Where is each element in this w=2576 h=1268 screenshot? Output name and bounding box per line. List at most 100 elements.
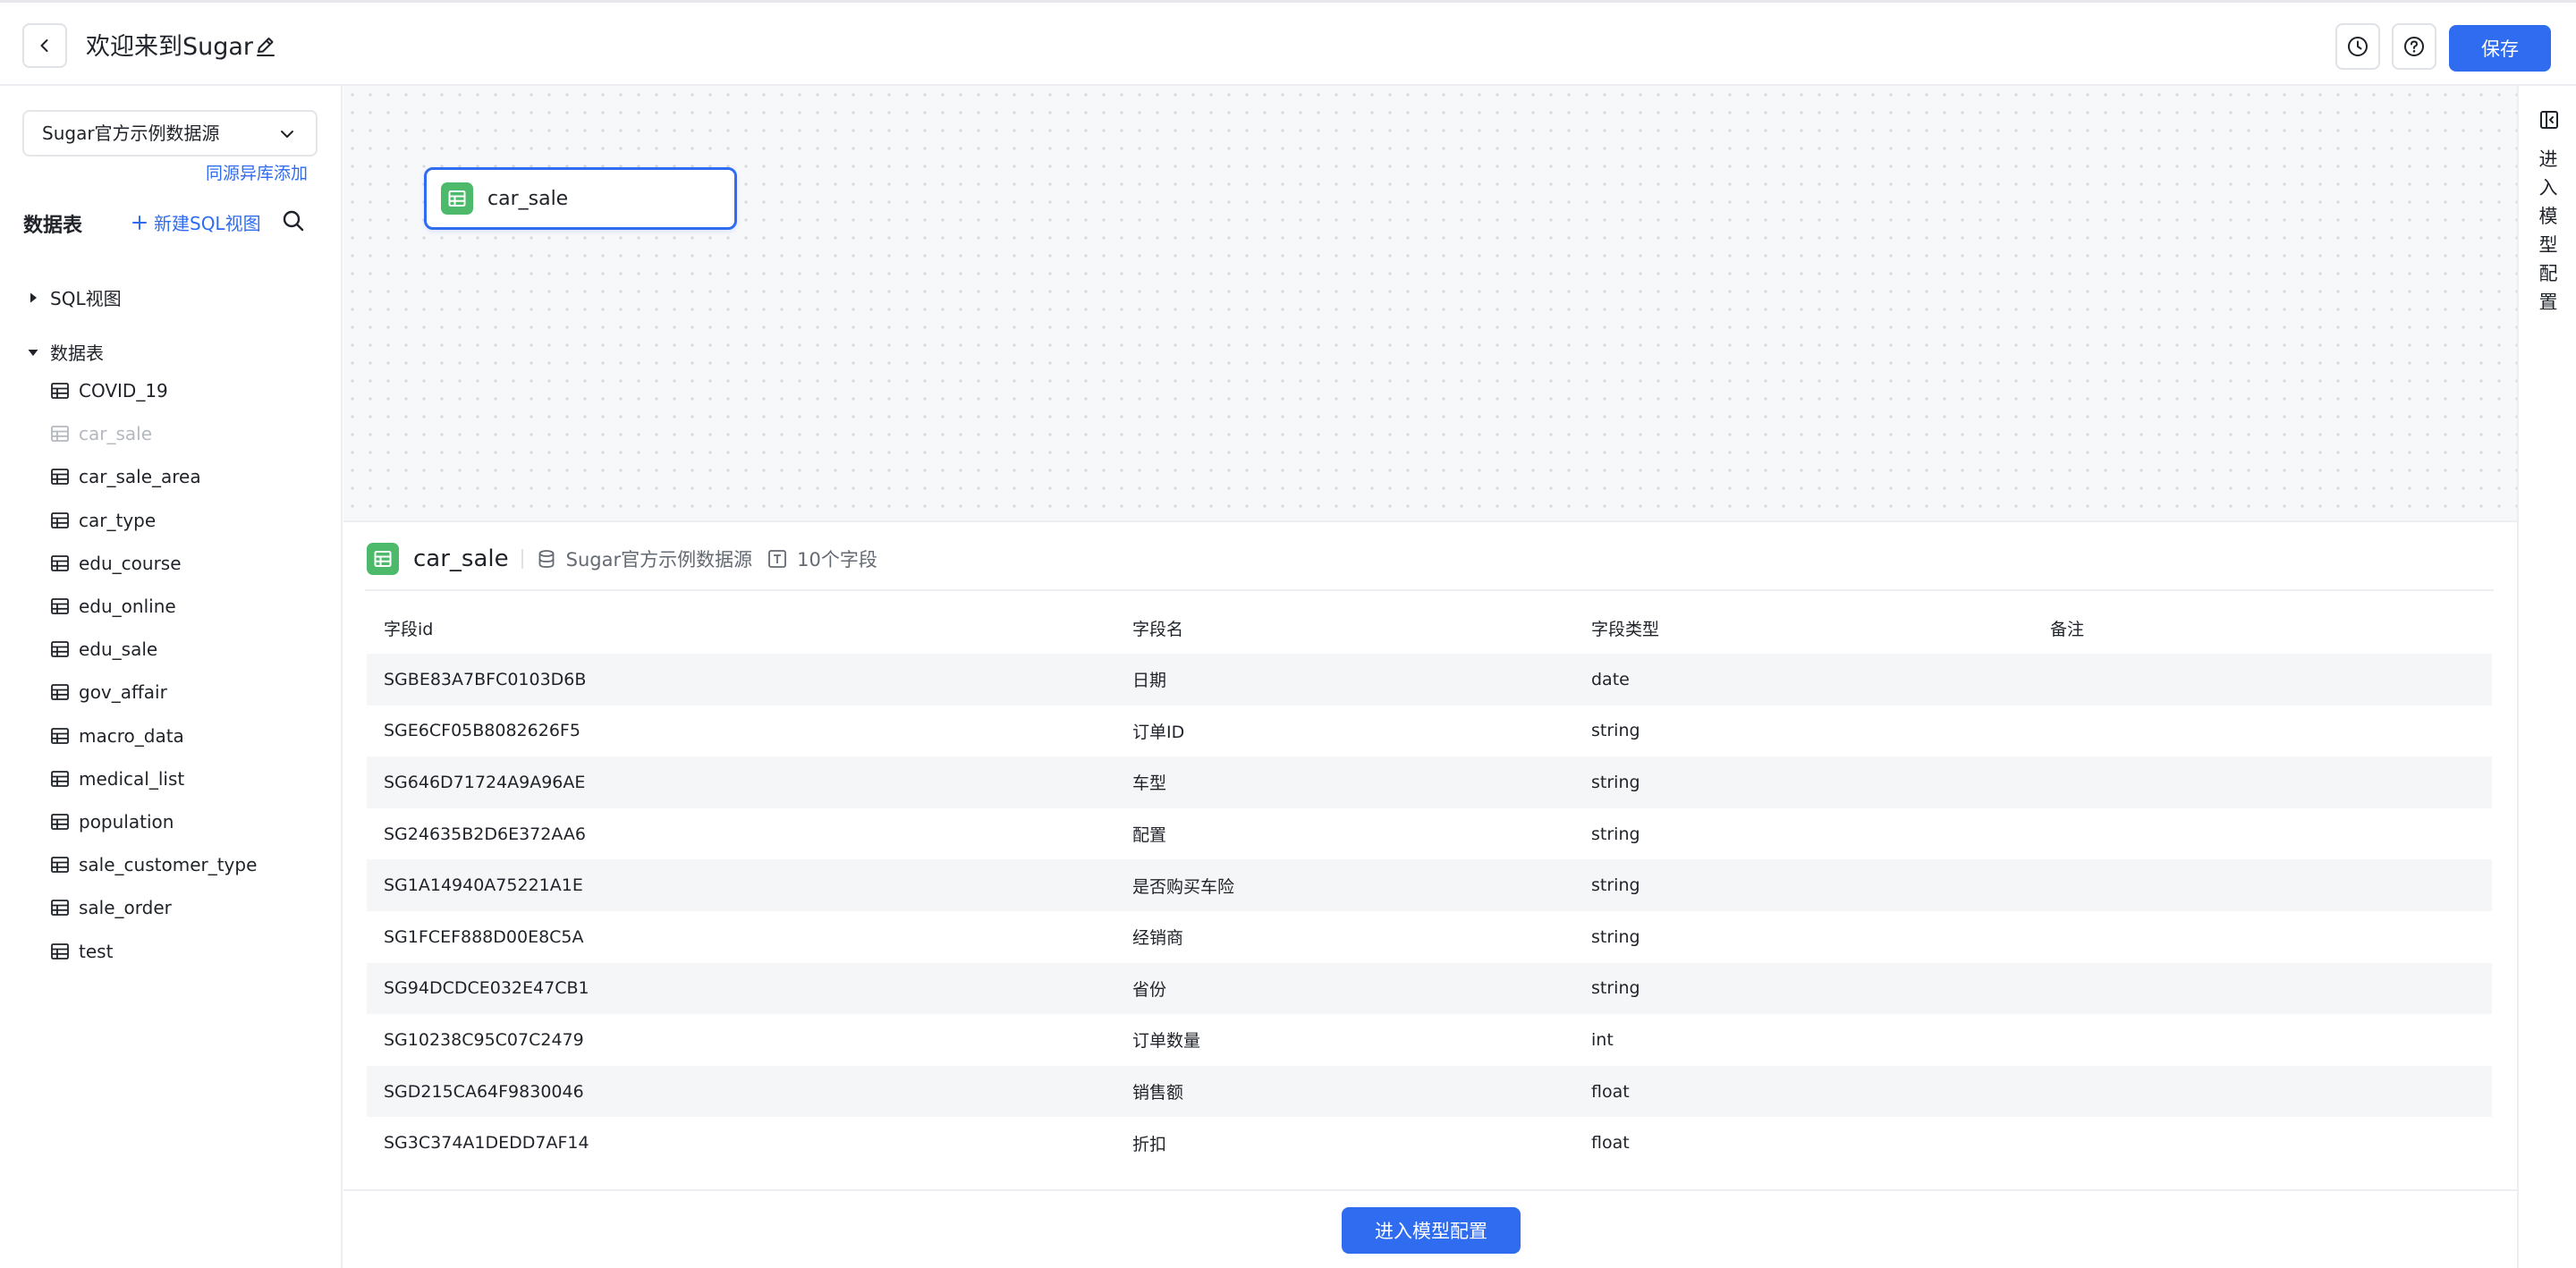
field-id-cell: SG646D71724A9A96AE [384,772,586,792]
field-type-cell: date [1591,669,1630,689]
field-id-cell: SG94DCDCE032E47CB1 [384,978,589,999]
column-header-field-type: 字段类型 [1591,620,1660,639]
sidebar-table-item[interactable]: car_sale_area [50,463,201,490]
sidebar-table-item[interactable]: car_sale [50,420,152,447]
table-row: SG1A14940A75221A1E 是否购买车险 string [367,859,2492,911]
field-name-cell: 经销商 [1132,928,1184,949]
sidebar-table-label: edu_online [79,596,176,617]
table-icon [51,383,69,399]
sidebar-table-label: car_sale_area [79,466,201,488]
datasource-select[interactable]: Sugar官方示例数据源 [22,110,318,156]
page-title: 欢迎来到Sugar [86,33,254,61]
chevron-down-icon [281,131,293,138]
table-row: SG3C374A1DEDD7AF14 折扣 float [367,1117,2492,1169]
field-name-cell: 日期 [1132,671,1167,691]
sidebar-table-label: medical_list [79,767,185,790]
field-count: 10个字段 [797,549,877,571]
sidebar-table-label: gov_affair [79,681,167,704]
tree-group-tables[interactable]: 数据表 [27,339,104,365]
sidebar-table-label: population [79,811,174,833]
table-row: SGE6CF05B8082626F5 订单ID string [367,706,2492,757]
table-datasource-name: Sugar官方示例数据源 [565,549,753,571]
sidebar-table-item[interactable]: gov_affair [50,679,167,706]
field-name-cell: 配置 [1132,825,1167,846]
sidebar-table-item[interactable]: sale_order [50,894,172,921]
field-name-cell: 是否购买车险 [1132,876,1235,897]
field-name-cell: 折扣 [1132,1134,1167,1154]
table-header-row: 字段id 字段名 字段类型 备注 [367,603,2492,654]
table-node-car-sale[interactable]: car_sale [424,167,737,230]
table-row: SG24635B2D6E372AA6 配置 string [367,808,2492,860]
sidebar-table-item[interactable]: population [50,808,174,835]
table-icon [51,511,69,528]
table-icon [51,426,69,443]
save-button[interactable]: 保存 [2449,25,2551,72]
sidebar-table-item[interactable]: edu_sale [50,636,157,663]
sidebar-table-item[interactable]: sale_customer_type [50,851,257,878]
right-rail[interactable]: 进入模型配置 [2517,86,2576,1268]
field-name-cell: 车型 [1132,773,1167,794]
search-icon[interactable] [281,208,306,233]
new-sql-view-button[interactable]: 新建SQL视图 [131,209,261,235]
column-header-field-name: 字段名 [1132,620,1184,639]
sidebar-table-item[interactable]: edu_course [50,550,182,577]
field-name-cell: 订单ID [1132,722,1185,742]
sidebar-table-label: edu_course [79,552,182,574]
sidebar-table-item[interactable]: COVID_19 [50,377,168,404]
fields-table: 字段id 字段名 字段类型 备注 SGBE83A7BFC0103D6B 日期 dat… [367,603,2492,1169]
field-id-cell: SGE6CF05B8082626F5 [384,721,580,741]
field-id-cell: SGBE83A7BFC0103D6B [384,669,587,689]
sidebar-table-item[interactable]: test [50,938,113,965]
sidebar-toggle-icon[interactable] [2538,109,2560,131]
sidebar-table-item[interactable]: car_type [50,507,156,534]
caret-right-icon [30,292,37,302]
field-name-cell: 销售额 [1132,1083,1184,1103]
fields-table-body: SGBE83A7BFC0103D6B 日期 date SGE6CF05B8082626… [367,654,2492,1169]
add-same-source-db-link[interactable]: 同源异库添加 [206,160,308,184]
help-button[interactable] [2392,23,2436,70]
sidebar-table-label: macro_data [79,724,184,747]
field-id-cell: SGD215CA64F9830046 [384,1081,584,1102]
tree-group-sql-views[interactable]: SQL视图 [27,284,122,310]
enter-model-config-button[interactable]: 进入模型配置 [1342,1207,1521,1254]
field-type-cell: float [1591,1081,1630,1102]
footer-bar: 进入模型配置 [343,1189,2517,1268]
field-type-cell: string [1591,978,1640,999]
model-canvas[interactable]: car_sale [343,86,2517,522]
sidebar-table-item[interactable]: medical_list [50,765,184,792]
table-icon [51,469,69,486]
sidebar-table-item[interactable]: macro_data [50,723,184,749]
sidebar-table-item[interactable]: edu_online [50,593,176,620]
sidebar-table-label: COVID_19 [79,380,168,402]
top-header: 欢迎来到Sugar 保存 [0,0,2576,86]
table-detail-title: car_sale [413,545,509,572]
field-id-cell: SG3C374A1DEDD7AF14 [384,1133,589,1154]
table-detail-header: car_sale Sugar官方示例数据源 10个字段 [367,542,877,576]
field-id-cell: SG24635B2D6E372AA6 [384,824,586,844]
back-button[interactable] [22,23,67,68]
field-type-cell: float [1591,1133,1630,1154]
edit-title-icon[interactable] [252,33,279,60]
chevron-left-icon [40,39,48,52]
field-id-cell: SG10238C95C07C2479 [384,1029,584,1050]
field-type-cell: int [1591,1029,1614,1050]
table-row: SG646D71724A9A96AE 车型 string [367,757,2492,808]
enter-model-config-vertical-label[interactable]: 进入模型配置 [2537,145,2560,317]
text-field-icon [768,550,787,568]
tree-group-label: SQL视图 [50,288,122,309]
field-type-cell: string [1591,926,1640,947]
tree-group-label: 数据表 [50,342,104,364]
table-icon [51,727,69,744]
table-icon [51,857,69,874]
sidebar-table-label: car_type [79,509,157,531]
divider [365,589,2494,591]
table-icon [51,598,69,614]
table-icon [51,814,69,830]
table-node-label: car_sale [487,187,569,210]
field-type-cell: string [1591,772,1640,792]
field-type-cell: string [1591,721,1640,741]
table-icon [51,943,69,959]
clock-icon [2348,37,2368,56]
history-button[interactable] [2335,23,2380,70]
sidebar: Sugar官方示例数据源 同源异库添加 数据表 新建SQL视图 SQL视图 数据… [0,86,343,1268]
